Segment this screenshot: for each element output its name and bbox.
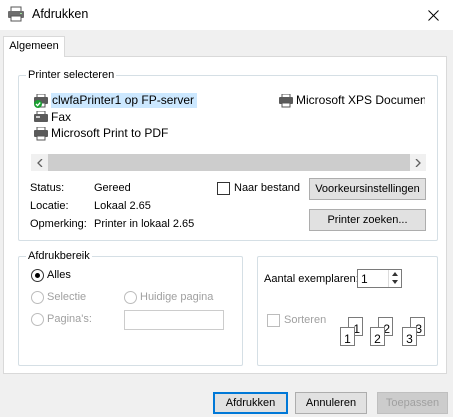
comment-label: Opmerking: <box>30 218 87 230</box>
location-value: Lokaal 2.65 <box>94 200 151 212</box>
copies-label: Aantal exemplaren: <box>264 273 359 285</box>
printer-item-pdf[interactable]: Microsoft Print to PDF <box>33 126 168 141</box>
printer-item-xps[interactable]: Microsoft XPS Document Writer <box>278 93 426 108</box>
printer-icon <box>8 6 24 22</box>
apply-button[interactable]: Toepassen <box>377 392 448 414</box>
network-printer-icon <box>34 93 48 108</box>
printer-item-clwfaprinter1[interactable]: clwfaPrinter1 op FP-server <box>33 93 198 108</box>
print-to-file-checkbox[interactable] <box>217 182 230 195</box>
title-bar: Afdrukken <box>0 0 453 30</box>
find-printer-button[interactable]: Printer zoeken... <box>309 209 426 231</box>
printer-select-legend: Printer selecteren <box>26 68 117 82</box>
page-range-legend: Afdrukbereik <box>26 249 92 263</box>
radio-all-label: Alles <box>47 269 71 281</box>
radio-all[interactable] <box>31 269 44 282</box>
close-button[interactable] <box>413 0 453 30</box>
scroll-right-arrow[interactable] <box>409 154 426 171</box>
chevron-left-icon <box>36 158 42 167</box>
printer-label: Microsoft Print to PDF <box>51 126 169 140</box>
radio-pages[interactable] <box>31 313 44 326</box>
radio-current-page-label: Huidige pagina <box>140 291 214 303</box>
increment-button[interactable] <box>389 270 401 278</box>
print-to-file-label: Naar bestand <box>234 182 301 194</box>
printer-label: clwfaPrinter1 op FP-server <box>51 93 198 108</box>
tab-general[interactable]: Algemeen <box>3 36 65 57</box>
window-title: Afdrukken <box>32 7 89 21</box>
copies-stepper[interactable]: 1 <box>357 269 402 288</box>
chevron-right-icon <box>415 158 421 167</box>
collate-checkbox[interactable] <box>267 314 280 327</box>
collate-page-icon: 2 <box>370 327 385 346</box>
chevron-up-icon <box>392 272 398 276</box>
preferences-button[interactable]: Voorkeursinstellingen <box>309 178 426 200</box>
printer-item-fax[interactable]: Fax <box>33 110 71 125</box>
printer-label: Fax <box>51 110 72 124</box>
comment-value: Printer in lokaal 2.65 <box>94 218 195 230</box>
fax-icon <box>34 110 48 122</box>
decrement-button[interactable] <box>389 278 401 286</box>
scrollbar-thumb[interactable] <box>48 154 410 171</box>
collate-label: Sorteren <box>284 314 327 326</box>
collate-illustration: 3 3 <box>402 317 446 349</box>
printer-list-scrollbar[interactable] <box>31 154 426 171</box>
status-value: Gereed <box>94 182 131 194</box>
radio-pages-label: Pagina's: <box>47 313 92 325</box>
pages-input[interactable] <box>124 310 224 330</box>
printer-icon <box>279 93 293 107</box>
radio-current-page[interactable] <box>124 291 137 304</box>
collate-page-icon: 3 <box>402 327 417 346</box>
radio-selection-label: Selectie <box>47 291 87 303</box>
chevron-down-icon <box>392 280 398 284</box>
print-button[interactable]: Afdrukken <box>213 392 288 414</box>
radio-selection[interactable] <box>31 291 44 304</box>
status-label: Status: <box>30 182 65 194</box>
printer-icon <box>34 126 48 140</box>
cancel-button[interactable]: Annuleren <box>295 392 367 414</box>
scroll-left-arrow[interactable] <box>31 154 48 171</box>
printer-label: Microsoft XPS Document Writer <box>296 93 426 107</box>
close-icon <box>427 9 439 21</box>
collate-page-icon: 1 <box>340 327 355 346</box>
copies-value: 1 <box>361 272 368 286</box>
location-label: Locatie: <box>30 200 69 212</box>
